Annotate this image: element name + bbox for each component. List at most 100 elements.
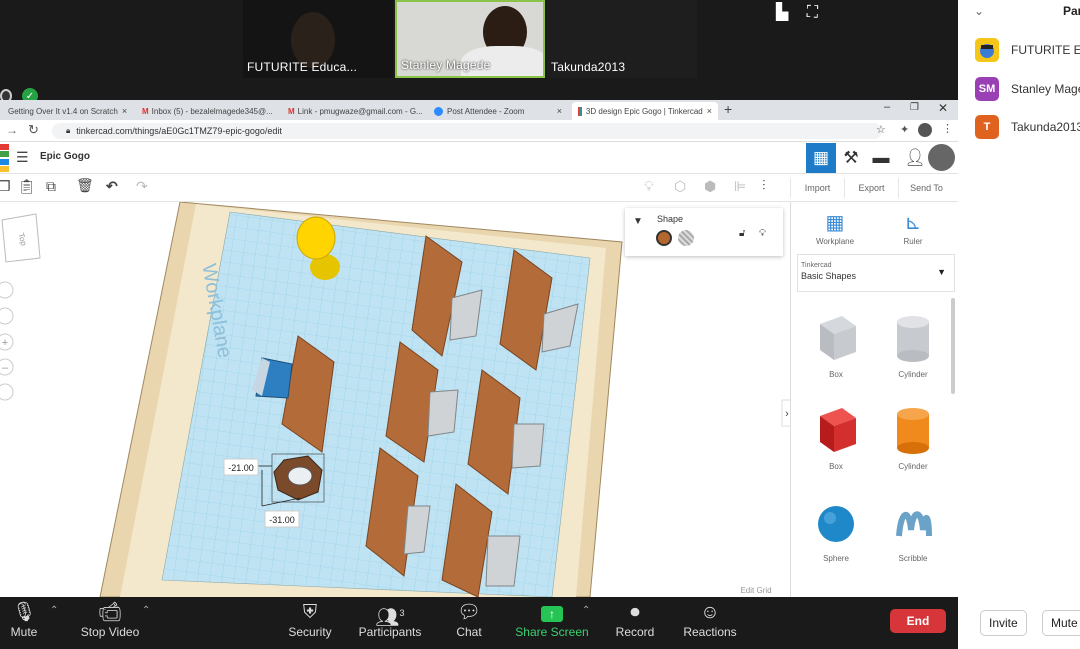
minimize-icon[interactable]: –: [884, 101, 890, 113]
emoji-plus-icon: ☺︎: [700, 602, 720, 623]
chevron-up-icon[interactable]: ⌃: [50, 605, 58, 616]
edit-grid-label: Edit Grid: [740, 586, 771, 595]
lock-icon[interactable]: 🔓︎: [739, 228, 745, 239]
yellow-shape-top[interactable]: [296, 216, 336, 260]
fullscreen-icon[interactable]: ⛶: [807, 4, 818, 21]
ruler-tool[interactable]: ⊾ Ruler: [883, 210, 943, 246]
collapse-icon[interactable]: ▼: [633, 216, 643, 227]
close-tab-icon[interactable]: ×: [273, 106, 276, 116]
reload-icon[interactable]: ↻: [28, 122, 39, 138]
video-strip: FUTURITE Educa... Stanley Magede Takunda…: [0, 0, 958, 100]
3d-view-button[interactable]: ▦: [806, 143, 836, 173]
close-tab-icon[interactable]: ×: [703, 106, 712, 116]
chat-button[interactable]: 💬︎ Chat: [424, 601, 514, 639]
add-user-button[interactable]: 👤︎: [900, 143, 930, 173]
codeblocks-button[interactable]: ⚒: [836, 143, 866, 173]
close-window-icon[interactable]: ✕: [938, 101, 948, 115]
add-user-icon: 👤︎: [904, 148, 926, 167]
browser-tab[interactable]: Getting Over It v1.4 on Scratch ×: [2, 102, 130, 120]
extensions-icon[interactable]: ✦: [900, 123, 909, 136]
ungroup-icon[interactable]: ⬢: [704, 178, 716, 195]
shape-cylinder[interactable]: Cylinder: [883, 404, 943, 471]
design-list-icon[interactable]: ☰: [16, 149, 29, 166]
shape-scribble[interactable]: Scribble: [883, 500, 943, 563]
scrollbar[interactable]: [951, 298, 955, 394]
workspace-canvas[interactable]: Workplane -21.00 -31.00 Top + – Edit Gri…: [0, 202, 790, 597]
hole-swatch[interactable]: [678, 230, 694, 246]
send-to-button[interactable]: Send To: [898, 178, 954, 198]
reactions-button[interactable]: ☺︎ Reactions: [665, 601, 755, 639]
mute-all-button[interactable]: Mute A: [1042, 610, 1080, 636]
redo-icon[interactable]: ↷: [136, 178, 148, 195]
ruler-icon: ⊾: [904, 212, 922, 234]
security-button[interactable]: ⛨ Security: [265, 601, 355, 639]
shape-cylinder-hole[interactable]: Cylinder: [883, 312, 943, 379]
shape-sphere[interactable]: Sphere: [806, 500, 866, 563]
dimension-value[interactable]: -21.00: [228, 463, 254, 473]
video-tile-takunda[interactable]: Takunda2013: [547, 0, 697, 78]
url-field[interactable]: 🔒︎ tinkercad.com/things/aE0Gc1TMZ79-epic…: [52, 123, 882, 139]
fit-view-icon[interactable]: [0, 307, 14, 325]
home-view-icon[interactable]: [0, 281, 14, 299]
browser-tab-active[interactable]: 3D design Epic Gogo | Tinkercad ×: [572, 102, 718, 120]
ortho-view-icon[interactable]: [0, 383, 14, 401]
star-icon[interactable]: ☆: [876, 123, 886, 136]
tinkercad-toolbar: ❐ 📋︎ ⧉ 🗑︎ ↶ ↷ 💡︎ ⬡ ⬢ ⊫ ⫶ Import Export S…: [0, 174, 958, 202]
end-meeting-button[interactable]: End: [890, 609, 946, 633]
video-tile-futurite[interactable]: FUTURITE Educa...: [243, 0, 393, 78]
scribble-icon: [896, 511, 932, 537]
invite-button[interactable]: Invite: [980, 610, 1027, 636]
shape-box-hole[interactable]: Box: [806, 312, 866, 379]
export-button[interactable]: Export: [844, 178, 898, 198]
solid-color-swatch[interactable]: [656, 230, 672, 246]
duplicate-icon[interactable]: ⧉: [46, 178, 56, 195]
trash-icon[interactable]: 🗑︎: [76, 177, 94, 194]
light-bulb-icon[interactable]: 💡︎: [759, 228, 766, 239]
light-bulb-icon[interactable]: 💡︎: [644, 178, 654, 195]
import-button[interactable]: Import: [790, 178, 844, 198]
group-icon[interactable]: ⬡: [674, 178, 686, 195]
browser-tab[interactable]: MLink - pmugwaze@gmail.com - G...×: [282, 102, 422, 120]
bricks-button[interactable]: ▬: [866, 143, 896, 173]
participant-row[interactable]: SM Stanley Mage: [975, 76, 1080, 102]
participant-name: Stanley Mage: [1011, 82, 1080, 96]
participant-row[interactable]: FUTURITE Edu: [975, 37, 1080, 63]
category-select[interactable]: Tinkercad Basic Shapes ▼: [797, 254, 955, 292]
close-tab-icon[interactable]: ×: [553, 106, 562, 116]
workplane-scene[interactable]: Workplane -21.00 -31.00 Top + – Edit Gri…: [0, 202, 790, 597]
new-tab-button[interactable]: +: [724, 101, 732, 117]
browser-tab[interactable]: Post Attendee - Zoom ×: [428, 102, 568, 120]
profile-avatar[interactable]: [918, 123, 932, 137]
ruler-tool-label: Ruler: [903, 237, 923, 246]
chevron-down-icon[interactable]: ⌄: [974, 4, 984, 18]
menu-dots-icon[interactable]: ⋮: [942, 122, 953, 135]
undo-icon[interactable]: ↶: [106, 178, 118, 195]
design-name[interactable]: Epic Gogo: [40, 151, 90, 162]
category-value: Basic Shapes: [801, 271, 857, 281]
browser-tab[interactable]: MInbox (5) - bezalelmagede345@...×: [136, 102, 276, 120]
mute-button[interactable]: 🎙︎ Mute: [0, 601, 69, 639]
participants-button[interactable]: 👥︎3 Participants: [345, 601, 435, 639]
video-tile-stanley[interactable]: Stanley Magede: [395, 0, 545, 78]
workplane-tool[interactable]: ▦ Workplane: [805, 210, 865, 246]
category-library-label: Tinkercad: [801, 262, 832, 269]
mirror-icon[interactable]: ⫶: [762, 177, 766, 194]
align-icon[interactable]: ⊫: [734, 178, 746, 195]
shape-box[interactable]: Box: [806, 404, 866, 471]
participants-label: Participants: [358, 625, 422, 639]
restore-icon[interactable]: ❐: [910, 102, 919, 113]
dimension-value[interactable]: -31.00: [269, 515, 295, 525]
copy-icon[interactable]: ❐: [0, 178, 11, 195]
forward-icon[interactable]: →: [6, 123, 18, 137]
mute-label: Mute: [10, 625, 38, 639]
gallery-view-icon[interactable]: ▙: [776, 4, 788, 21]
chevron-right-icon[interactable]: ›: [785, 408, 789, 420]
shape-inspector: ▼ Shape 🔓︎ 💡︎: [625, 208, 783, 256]
chevron-up-icon[interactable]: ⌃: [142, 605, 150, 616]
user-avatar[interactable]: [928, 144, 955, 171]
close-tab-icon[interactable]: ×: [118, 106, 127, 116]
tinkercad-favicon-icon: [578, 106, 582, 116]
paste-icon[interactable]: 📋︎: [18, 178, 36, 195]
participant-row[interactable]: T Takunda2013: [975, 114, 1080, 140]
tinkercad-logo[interactable]: [0, 144, 9, 172]
